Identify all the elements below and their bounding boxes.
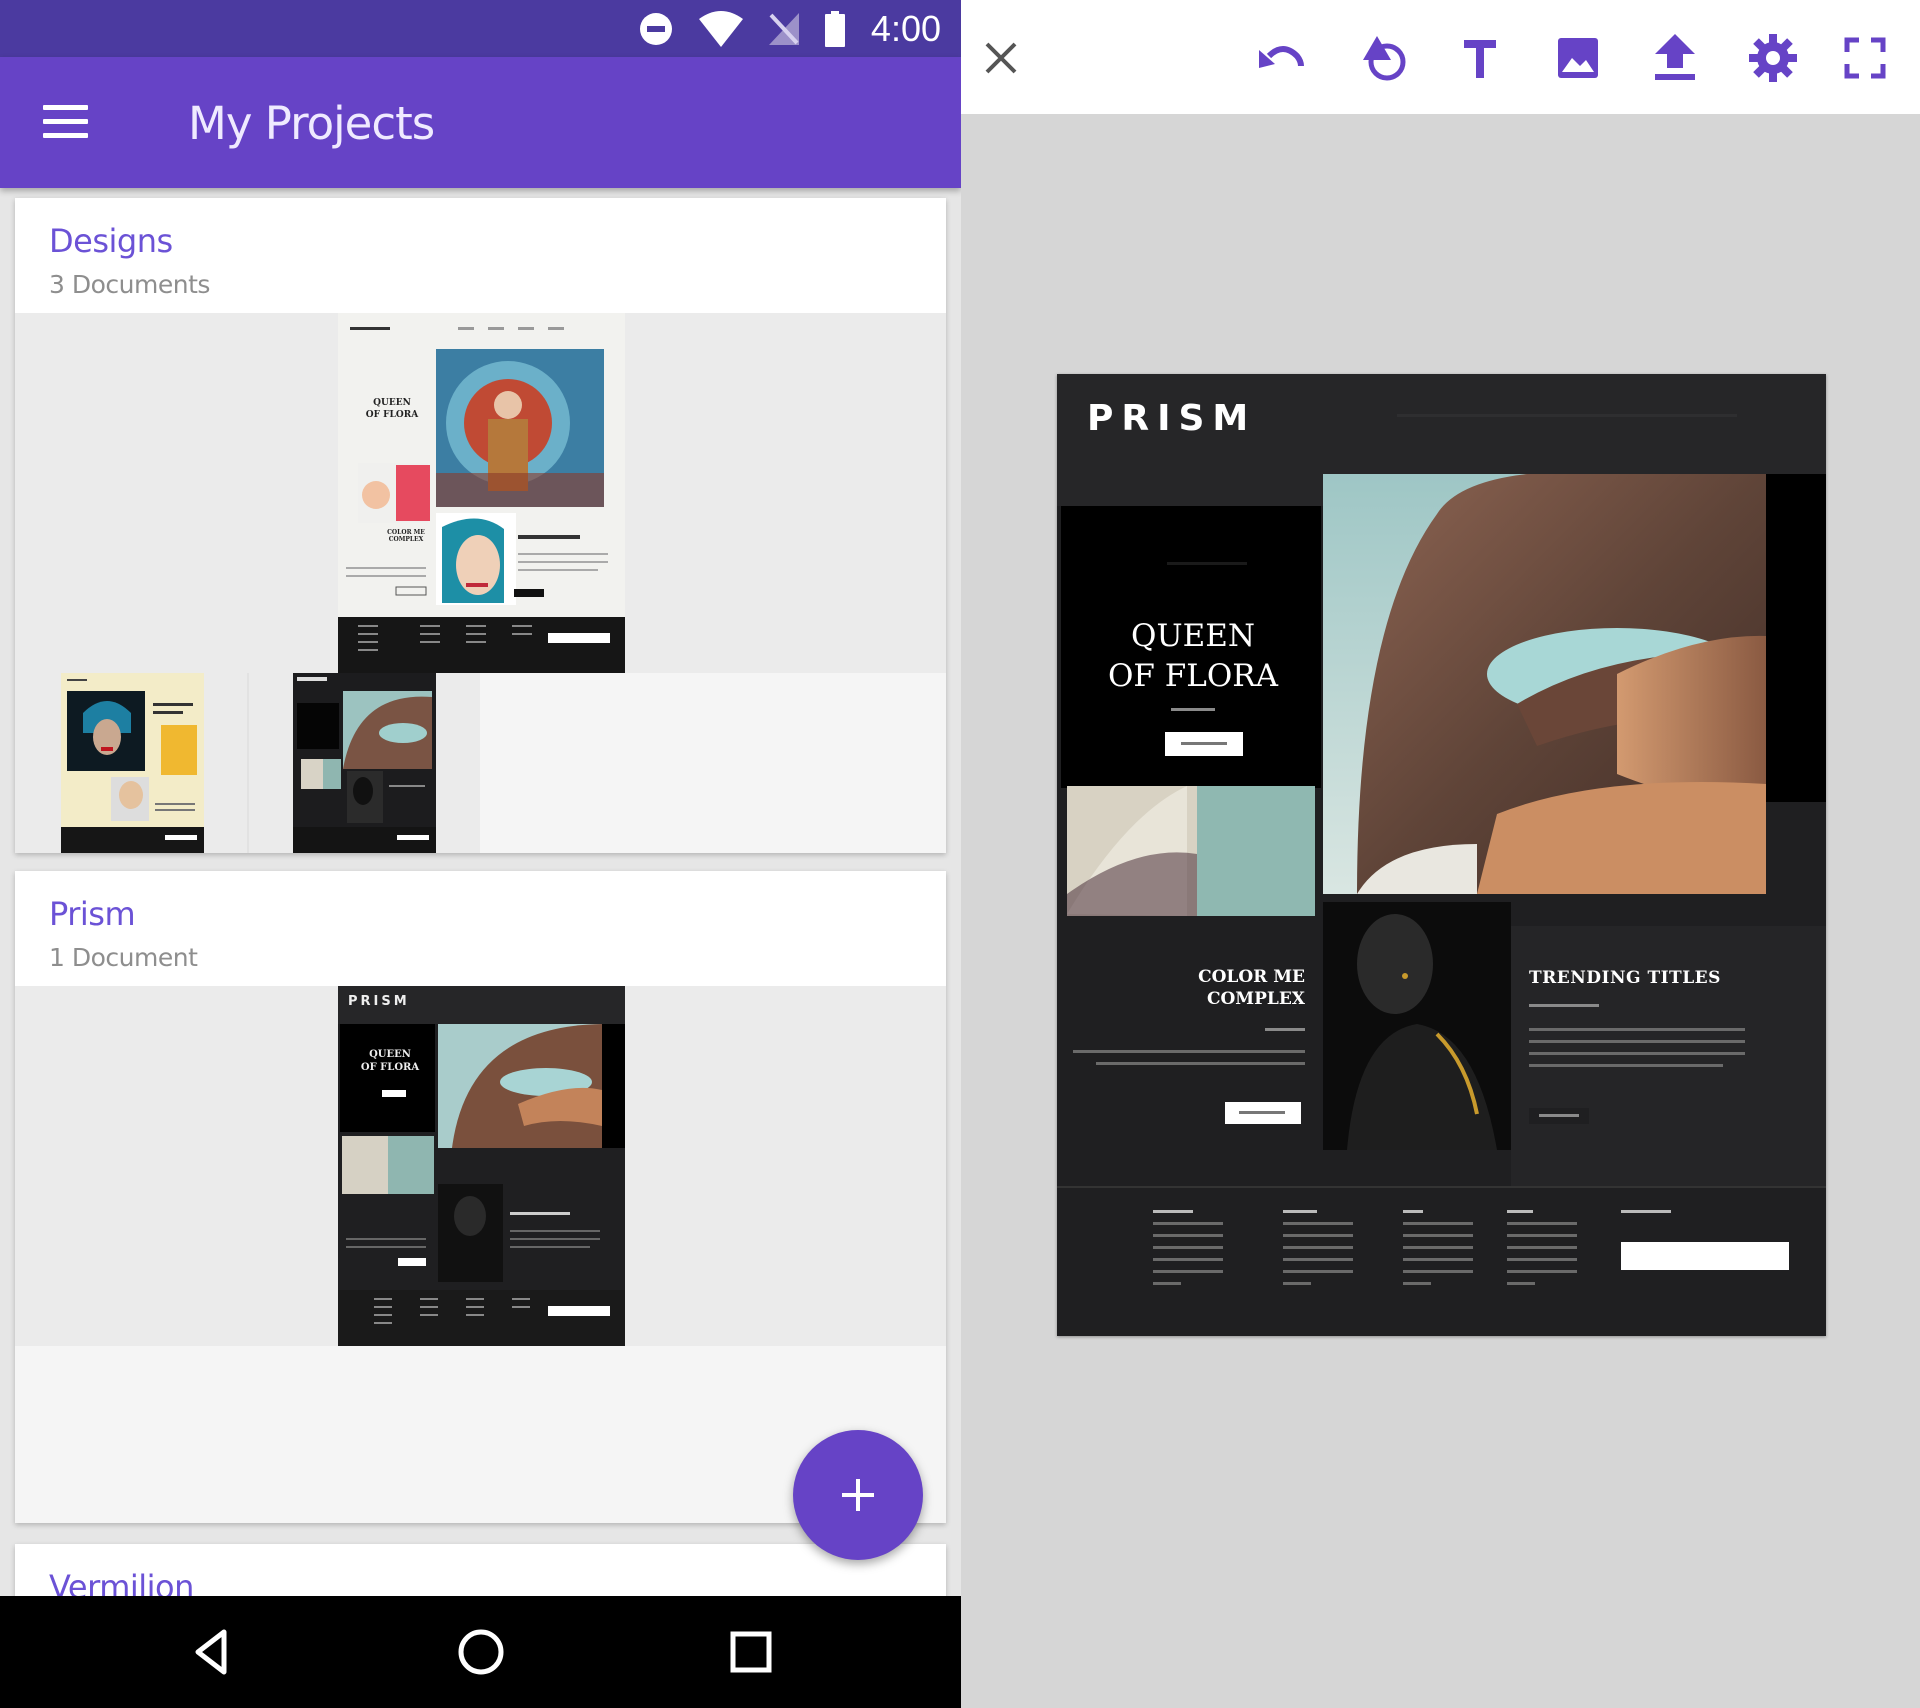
thumbnail-hero-title: QUEEN OF FLORA: [365, 398, 419, 420]
home-icon[interactable]: [453, 1624, 509, 1680]
system-nav-bar: [0, 1596, 961, 1708]
feature-byline-placeholder: [1265, 1028, 1305, 1031]
document-preview: [338, 986, 625, 1346]
clock: 4:00: [870, 7, 941, 49]
trending-read-more-placeholder[interactable]: [1529, 1108, 1589, 1124]
shape-icon[interactable]: [1355, 30, 1411, 86]
footer-column: [1283, 1210, 1353, 1294]
recents-icon[interactable]: [723, 1624, 779, 1680]
thumbnail-brand: PRISM: [348, 994, 410, 1009]
read-more-placeholder: [1181, 742, 1227, 745]
feature-title-trending-titles: TRENDING TITLES: [1529, 968, 1721, 988]
thumbnail-feature-title: COLOR ME COMPLEX: [387, 529, 425, 543]
wifi-icon: [698, 10, 743, 47]
subscribe-input[interactable]: [1621, 1242, 1789, 1270]
document-canvas[interactable]: PRISM QUEEN OF FLORA COLOR ME COMPLEX TR…: [1057, 374, 1826, 1336]
editor-toolbar: [961, 0, 1920, 114]
page-title: My Projects: [188, 97, 435, 150]
nav-placeholder: [1397, 414, 1737, 417]
kicker-placeholder: [1167, 562, 1247, 565]
document-thumbnail-small-1[interactable]: [61, 673, 204, 853]
read-more-placeholder: [1539, 1114, 1579, 1117]
hamburger-menu-icon[interactable]: [43, 105, 88, 138]
document-thumbnail-small-2[interactable]: [293, 673, 436, 853]
hero-byline-placeholder: [1171, 708, 1215, 711]
feature-body-placeholder: [1073, 1050, 1305, 1074]
footer: [1057, 1188, 1826, 1336]
status-bar: 4:00: [0, 0, 961, 57]
text-icon[interactable]: [1452, 30, 1508, 86]
project-card-prism[interactable]: Prism 1 Document PRISM QUEEN OF FLORA: [15, 871, 946, 1523]
project-doc-count: 3 Documents: [49, 270, 210, 299]
project-doc-count: 1 Document: [49, 943, 198, 972]
project-name: Designs: [49, 222, 173, 260]
project-card-vermilion[interactable]: Vermilion: [15, 1544, 946, 1596]
project-card-header: Prism 1 Document: [15, 871, 946, 986]
upload-icon[interactable]: [1647, 30, 1703, 86]
battery-icon: [824, 10, 845, 47]
do-not-disturb-icon: [639, 12, 672, 45]
hero-title: QUEEN OF FLORA: [1107, 618, 1278, 694]
footer-subscribe-label: [1621, 1210, 1671, 1222]
document-preview: [61, 673, 204, 853]
project-card-header: Designs 3 Documents: [15, 198, 946, 313]
document-thumbnail-prism[interactable]: PRISM QUEEN OF FLORA: [338, 986, 625, 1346]
projects-screen: 4:00 My Projects Designs 3 Documents QUE…: [0, 0, 961, 1708]
project-card-header: Vermilion: [15, 1544, 946, 1596]
document-preview: [338, 313, 625, 673]
image-icon[interactable]: [1550, 30, 1606, 86]
read-more-placeholder: [1239, 1111, 1285, 1114]
app-bar: My Projects: [0, 57, 961, 188]
plus-icon: [842, 1479, 874, 1511]
trending-body-placeholder: [1529, 1028, 1745, 1076]
footer-column: [1153, 1210, 1223, 1294]
editor-screen: PRISM QUEEN OF FLORA COLOR ME COMPLEX TR…: [961, 0, 1920, 1708]
document-thumbnail-designs[interactable]: QUEEN OF FLORA COLOR ME COMPLEX: [338, 313, 625, 673]
add-project-button[interactable]: [793, 1430, 923, 1560]
undo-icon[interactable]: [1253, 30, 1309, 86]
fullscreen-icon[interactable]: [1837, 30, 1893, 86]
feature-read-more-button[interactable]: [1225, 1102, 1301, 1124]
feature-title-color-me-complex: COLOR ME COMPLEX: [1198, 967, 1305, 1009]
thumbnail-divider: [247, 673, 249, 853]
document-brand: PRISM: [1087, 398, 1257, 439]
settings-icon[interactable]: [1745, 30, 1801, 86]
no-signal-icon: [768, 12, 799, 45]
thumbnail-hero-title: QUEEN OF FLORA: [360, 1049, 420, 1073]
trending-byline-placeholder: [1529, 1004, 1599, 1007]
footer-column: [1507, 1210, 1577, 1294]
document-preview: [293, 673, 436, 853]
project-card-designs[interactable]: Designs 3 Documents QUEEN OF FLORA COLOR…: [15, 198, 946, 853]
project-name: Vermilion: [49, 1568, 194, 1596]
screen: 4:00 My Projects Designs 3 Documents QUE…: [0, 0, 1920, 1708]
project-list[interactable]: Designs 3 Documents QUEEN OF FLORA COLOR…: [0, 188, 961, 1596]
back-icon[interactable]: [184, 1624, 240, 1680]
project-name: Prism: [49, 895, 136, 933]
hero-read-more-button[interactable]: [1165, 732, 1243, 756]
close-icon[interactable]: [973, 30, 1029, 86]
footer-column: [1403, 1210, 1473, 1294]
